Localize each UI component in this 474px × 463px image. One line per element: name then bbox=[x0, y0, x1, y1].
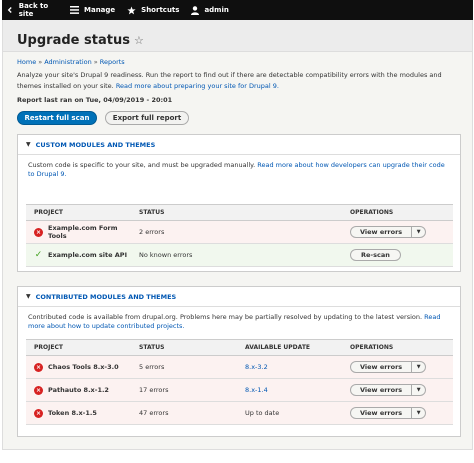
manage-menu[interactable]: Manage bbox=[64, 0, 121, 20]
page-content: Upgrade status ☆ Home» Administration» Rep… bbox=[2, 20, 473, 450]
custom-modules-section: ▼ CUSTOM MODULES AND THEMES Custom code … bbox=[17, 134, 461, 272]
hamburger-menu-icon bbox=[70, 6, 79, 14]
view-errors-label: View errors bbox=[360, 363, 403, 371]
view-errors-button[interactable]: View errors ▼ bbox=[350, 361, 427, 373]
status-cell: No known errors bbox=[131, 243, 342, 267]
project-name: Example.com site API bbox=[48, 251, 127, 259]
project-name: Token 8.x-1.5 bbox=[48, 409, 97, 417]
breadcrumb-reports[interactable]: Reports bbox=[100, 58, 125, 66]
page-header: Upgrade status ☆ bbox=[3, 20, 472, 52]
column-header-operations: OPERATIONS bbox=[342, 339, 453, 356]
update-cell: Up to date bbox=[237, 401, 342, 425]
shortcuts-menu[interactable]: Shortcuts bbox=[121, 0, 185, 20]
breadcrumb-administration[interactable]: Administration bbox=[44, 58, 92, 66]
table-row: ✓ Example.com site API No known errors Re… bbox=[26, 243, 453, 267]
star-icon bbox=[127, 5, 136, 14]
contrib-section-toggle[interactable]: ▼ CONTRIBUTED MODULES AND THEMES bbox=[18, 287, 460, 307]
operations-cell: View errors ▼ bbox=[342, 401, 453, 425]
view-errors-button[interactable]: View errors ▼ bbox=[350, 384, 427, 396]
operations-cell: View errors ▼ bbox=[342, 220, 453, 244]
back-to-site-label: Back to site bbox=[18, 2, 49, 18]
column-header-operations: OPERATIONS bbox=[342, 204, 453, 221]
admin-toolbar: Back to site Manage Shortcuts admin bbox=[2, 0, 473, 20]
table-row: × Pathauto 8.x-1.2 17 errors 8.x-1.4 View… bbox=[26, 378, 453, 402]
contrib-section-heading: CONTRIBUTED MODULES AND THEMES bbox=[35, 292, 177, 301]
custom-section-toggle[interactable]: ▼ CUSTOM MODULES AND THEMES bbox=[18, 135, 460, 155]
error-x-icon: × bbox=[34, 362, 43, 372]
table-header-row: PROJECT STATUS AVAILABLE UPDATE OPERATIO… bbox=[26, 339, 453, 356]
intro-text: Analyze your site's Drupal 9 readiness. … bbox=[17, 70, 457, 92]
project-name: Example.com Form Tools bbox=[48, 224, 118, 240]
operations-cell: View errors ▼ bbox=[342, 378, 453, 402]
screen: Back to site Manage Shortcuts admin Upgr… bbox=[0, 0, 474, 463]
table-row: × Token 8.x-1.5 47 errors Up to date View… bbox=[26, 401, 453, 425]
page-title: Upgrade status ☆ bbox=[17, 33, 144, 48]
status-cell: 2 errors bbox=[131, 220, 342, 244]
update-cell: 8.x-3.2 bbox=[237, 355, 342, 379]
custom-section-description: Custom code is specific to your site, an… bbox=[18, 155, 460, 195]
dropdown-arrow-icon[interactable]: ▼ bbox=[411, 408, 425, 418]
table-row: × Example.com Form Tools 2 errors View er… bbox=[26, 220, 453, 244]
manage-label: Manage bbox=[84, 6, 116, 14]
user-menu[interactable]: admin bbox=[185, 0, 234, 20]
page-title-text: Upgrade status bbox=[17, 33, 130, 48]
view-errors-label: View errors bbox=[360, 386, 403, 394]
user-icon bbox=[191, 5, 200, 15]
contrib-description-text: Contributed code is available from drupa… bbox=[28, 313, 423, 321]
project-cell: × Token 8.x-1.5 bbox=[26, 401, 131, 425]
error-x-icon: × bbox=[34, 408, 43, 418]
project-cell: × Pathauto 8.x-1.2 bbox=[26, 378, 131, 402]
last-run-text: Report last ran on Tue, 04/09/2019 - 20:… bbox=[17, 96, 173, 104]
view-errors-button[interactable]: View errors ▼ bbox=[350, 226, 427, 238]
custom-description-text: Custom code is specific to your site, an… bbox=[28, 161, 256, 169]
operations-cell: Re-scan bbox=[342, 243, 453, 267]
shortcuts-label: Shortcuts bbox=[141, 6, 180, 14]
project-cell: × Example.com Form Tools bbox=[26, 220, 131, 244]
status-cell: 47 errors bbox=[131, 401, 237, 425]
breadcrumb: Home» Administration» Reports bbox=[17, 58, 125, 66]
status-cell: 17 errors bbox=[131, 378, 237, 402]
project-name: Chaos Tools 8.x-3.0 bbox=[48, 363, 119, 371]
column-header-project: PROJECT bbox=[26, 339, 131, 356]
project-cell: ✓ Example.com site API bbox=[26, 243, 131, 267]
restart-full-scan-button[interactable]: Restart full scan bbox=[17, 111, 97, 125]
status-cell: 5 errors bbox=[131, 355, 237, 379]
dropdown-arrow-icon[interactable]: ▼ bbox=[411, 227, 425, 237]
view-errors-label: View errors bbox=[360, 228, 403, 236]
back-to-site-link[interactable]: Back to site bbox=[2, 0, 64, 20]
view-errors-button[interactable]: View errors ▼ bbox=[350, 407, 427, 419]
favorite-star-icon[interactable]: ☆ bbox=[134, 34, 144, 47]
rescan-button[interactable]: Re-scan bbox=[350, 249, 401, 261]
error-x-icon: × bbox=[34, 227, 43, 237]
column-header-status: STATUS bbox=[131, 339, 237, 356]
column-header-status: STATUS bbox=[131, 204, 342, 221]
custom-projects-table: PROJECT STATUS OPERATIONS × Example.com F… bbox=[26, 204, 453, 267]
update-cell: 8.x-1.4 bbox=[237, 378, 342, 402]
back-arrow-icon bbox=[7, 6, 12, 14]
custom-section-heading: CUSTOM MODULES AND THEMES bbox=[35, 140, 156, 149]
export-full-report-button[interactable]: Export full report bbox=[105, 111, 189, 125]
caret-down-icon: ▼ bbox=[26, 141, 31, 148]
operations-cell: View errors ▼ bbox=[342, 355, 453, 379]
contributed-modules-section: ▼ CONTRIBUTED MODULES AND THEMES Contrib… bbox=[17, 286, 461, 437]
intro-read-more-link[interactable]: Read more about preparing your site for … bbox=[116, 82, 279, 90]
dropdown-arrow-icon[interactable]: ▼ bbox=[411, 362, 425, 372]
project-cell: × Chaos Tools 8.x-3.0 bbox=[26, 355, 131, 379]
view-errors-label: View errors bbox=[360, 409, 403, 417]
available-update-link[interactable]: 8.x-1.4 bbox=[245, 386, 268, 394]
rescan-label: Re-scan bbox=[361, 251, 390, 259]
project-name: Pathauto 8.x-1.2 bbox=[48, 386, 109, 394]
contrib-projects-table: PROJECT STATUS AVAILABLE UPDATE OPERATIO… bbox=[26, 339, 453, 425]
user-label: admin bbox=[204, 6, 229, 14]
error-x-icon: × bbox=[34, 385, 43, 395]
available-update-link[interactable]: 8.x-3.2 bbox=[245, 363, 268, 371]
caret-down-icon: ▼ bbox=[26, 293, 31, 300]
breadcrumb-home[interactable]: Home bbox=[17, 58, 36, 66]
column-header-available-update: AVAILABLE UPDATE bbox=[237, 339, 342, 356]
dropdown-arrow-icon[interactable]: ▼ bbox=[411, 385, 425, 395]
table-row: × Chaos Tools 8.x-3.0 5 errors 8.x-3.2 Vi… bbox=[26, 355, 453, 379]
checkmark-icon: ✓ bbox=[34, 250, 43, 260]
table-header-row: PROJECT STATUS OPERATIONS bbox=[26, 204, 453, 221]
column-header-project: PROJECT bbox=[26, 204, 131, 221]
